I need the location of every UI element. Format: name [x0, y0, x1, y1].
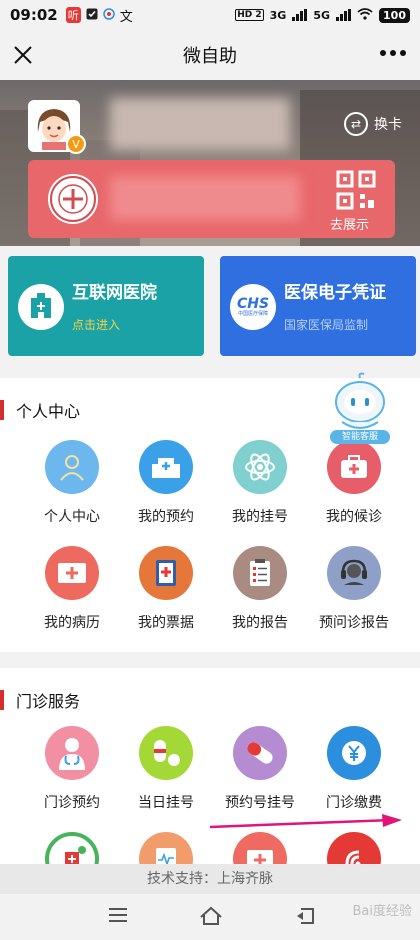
internet-hospital-title: 互联网医院 [72, 283, 157, 303]
clinic-appointment-item[interactable]: 门诊预约 [25, 726, 119, 812]
item-label: 预约号挂号 [225, 795, 295, 811]
news-icon: 听 [65, 7, 81, 23]
same-day-registration-item[interactable]: 当日挂号 [119, 726, 213, 812]
clinic-payment-item[interactable]: 门诊缴费 [307, 726, 401, 812]
tech-support-footer: 技术支持：上海齐脉 [0, 864, 420, 894]
verified-badge: V [66, 134, 86, 154]
pill-icon [139, 726, 193, 780]
capsule-icon [233, 726, 287, 780]
app-icon [103, 7, 115, 23]
reserved-registration-item[interactable]: 预约号挂号 [213, 726, 307, 812]
internet-hospital-subtitle: 点击进入 [72, 318, 121, 332]
switch-card-label: 换卡 [374, 117, 402, 133]
medkit-icon [327, 440, 381, 494]
page-title: 微自助 [183, 46, 237, 67]
yuan-icon [327, 726, 381, 780]
network-hd-label: HD 2 [235, 9, 264, 21]
item-label: 我的挂号 [232, 509, 288, 525]
item-label: 个人中心 [44, 509, 100, 525]
headset-icon [327, 546, 381, 600]
more-options-icon[interactable] [380, 50, 406, 56]
my-medical-record-item[interactable]: 我的病历 [25, 546, 119, 632]
atom-icon [233, 440, 287, 494]
insurance-card[interactable]: CHS 中国医疗保障 医保电子凭证 国家医保局监制 [220, 256, 416, 356]
switch-card-button[interactable]: ⇄ 换卡 [344, 112, 402, 136]
chs-logo-icon: CHS 中国医疗保障 [230, 284, 276, 330]
internet-hospital-card[interactable]: 互联网医院 点击进入 [8, 256, 204, 356]
title-bar: 微自助 [0, 30, 420, 80]
show-qr-label[interactable]: 去展示 [330, 214, 369, 233]
blurred-user-info [110, 98, 290, 150]
item-label: 我的预约 [138, 509, 194, 525]
signal-bars-icon-2 [336, 9, 352, 21]
qr-code-icon[interactable] [336, 170, 376, 210]
section-header: 门诊服务 [0, 688, 80, 712]
chs-logo-text: CHS [236, 295, 270, 312]
switch-icon: ⇄ [344, 112, 368, 136]
insurance-title: 医保电子凭证 [284, 283, 386, 303]
my-registration-item[interactable]: 我的挂号 [213, 440, 307, 526]
status-time: 09:02 [10, 6, 58, 24]
chs-logo-sub: 中国医疗保障 [237, 310, 268, 317]
annotation-arrow-icon [208, 812, 406, 832]
hospital-building-icon [18, 284, 64, 330]
my-appointment-item[interactable]: 我的预约 [119, 440, 213, 526]
back-icon[interactable] [295, 906, 317, 930]
item-label: 预问诊报告 [319, 615, 389, 631]
text-icon: 文 [119, 9, 133, 25]
doctor-icon [45, 726, 99, 780]
signal-bars-icon [292, 9, 308, 21]
item-label: 当日挂号 [138, 795, 194, 811]
item-label: 门诊预约 [44, 795, 100, 811]
battery-icon: 100 [379, 7, 410, 23]
signal-3g-label: 3G [269, 8, 287, 22]
menu-icon[interactable] [108, 906, 128, 928]
my-waiting-item[interactable]: 我的候诊 [307, 440, 401, 526]
status-right: HD 2 3G 5G 100 [235, 7, 410, 23]
clipboard-icon [233, 546, 287, 600]
check-icon [86, 8, 98, 23]
medical-record-icon [45, 546, 99, 600]
wifi-icon [357, 7, 373, 23]
item-label: 门诊缴费 [326, 795, 382, 811]
receipt-icon [139, 546, 193, 600]
my-report-item[interactable]: 我的报告 [213, 546, 307, 632]
person-icon [45, 440, 99, 494]
home-icon[interactable] [199, 906, 223, 930]
close-icon[interactable] [10, 42, 36, 68]
item-label: 我的票据 [138, 615, 194, 631]
clinic-services-section: 门诊服务 门诊预约 当日挂号 预约号挂号 门诊缴费 [0, 668, 420, 886]
item-label: 我的候诊 [326, 509, 382, 525]
status-bar: 09:02 听 文 HD 2 3G 5G 100 [0, 0, 420, 30]
section-title: 个人中心 [16, 402, 81, 421]
personal-center-item[interactable]: 个人中心 [25, 440, 119, 526]
building-icon [139, 440, 193, 494]
my-receipt-item[interactable]: 我的票据 [119, 546, 213, 632]
hospital-seal-icon [46, 172, 100, 226]
pre-consult-report-item[interactable]: 预问诊报告 [307, 546, 401, 632]
section-title: 门诊服务 [16, 692, 81, 711]
watermark: Bai度经验 [352, 904, 413, 919]
item-label: 我的报告 [232, 615, 288, 631]
signal-5g-label: 5G [313, 8, 331, 22]
insurance-subtitle: 国家医保局监制 [284, 318, 369, 332]
blurred-card-info [110, 176, 300, 220]
item-label: 我的病历 [44, 615, 100, 631]
section-header: 个人中心 [0, 398, 80, 422]
smart-service-label[interactable]: 智能客服 [330, 430, 390, 444]
